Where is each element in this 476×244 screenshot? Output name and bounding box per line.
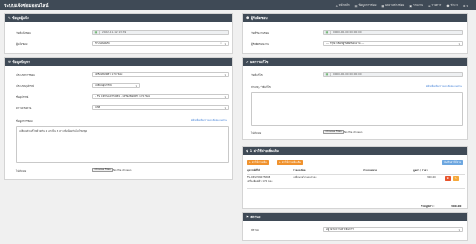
- list-icon: ≡: [428, 3, 431, 8]
- accept-date-field[interactable]: ▦ 0000-00-00 00:00:00: [323, 29, 463, 36]
- clear-icon[interactable]: ×: [220, 42, 222, 45]
- calendar-icon: ▦: [324, 72, 331, 76]
- chevron-down-icon: ▾: [224, 95, 226, 100]
- repair-detail-label: ข้อมูลการซ่อม: [16, 119, 33, 123]
- repair-type-select[interactable]: เครื่องพิมพ์ทั่ว 170 ซอง ▾: [92, 71, 229, 78]
- parts-panel: $1 ค่าใช้จ่ายเพิ่มเติม + ค่าใช้จ่ายเพิ่ม …: [242, 146, 468, 209]
- quick-result-link[interactable]: คลิกเพื่อเลือกรายละเอียดแบบด่วน: [426, 85, 462, 89]
- nav-item-repairs[interactable]: ▤ ข้อมูลการซ่อม: [355, 3, 377, 8]
- device-type-label: ประเภทอุปกรณ์: [16, 84, 34, 88]
- technician-label: ผู้รับผิดชอบงาน: [251, 42, 269, 46]
- add-other-cost-button[interactable]: + ค่าใช้จ่ายเพิ่มเติม: [277, 160, 303, 166]
- check-icon: ✔: [246, 60, 249, 64]
- fix-date-label: วันที่แก้ไข: [251, 73, 263, 77]
- repair-type-label: ประเภทการซ่อม: [16, 73, 35, 77]
- repair-detail-textarea[interactable]: เปลี่ยนตัวแก้ไขด้วยกัน 2 อาเป็น 3 ตา เพื…: [16, 126, 229, 163]
- reporter-name-label: ผู้แจ้งซ่อม: [16, 42, 28, 46]
- save-cost-button[interactable]: บันทึกค่าใช้จ่าย: [441, 160, 463, 166]
- table-row: FS-CRSY06075808 เครื่องพิมพ์ทั่ว 170 ซอง…: [247, 176, 436, 183]
- priority-label: ความเร่งด่วน: [16, 106, 32, 110]
- pencil-icon: ✎: [8, 16, 11, 20]
- app-brand[interactable]: ระบบแจ้งซ่อมออนไลน์: [4, 3, 49, 10]
- problem-panel: ⚒ ข้อมูลปัญหา ประเภทการซ่อม เครื่องพิมพ์ท…: [4, 57, 233, 180]
- nav-item-admin[interactable]: ⚙ ▾: [463, 3, 468, 8]
- chevron-down-icon: ▾: [224, 73, 226, 78]
- problem-file-note: No file chosen: [113, 168, 132, 172]
- chevron-down-icon: ▾: [224, 106, 226, 111]
- reporter-panel-header: ✎ ข้อมูลผู้แจ้ง: [5, 14, 232, 22]
- priority-select[interactable]: ปกติ ▾: [92, 104, 229, 111]
- home-icon: ⌂: [335, 3, 338, 8]
- user-icon: ☻: [446, 3, 450, 8]
- result-panel-header: ✔ ผลการแก้ไข: [243, 58, 467, 66]
- status-panel-header: ⚑ สถานะ: [243, 213, 467, 221]
- edit-row-button[interactable]: ✎: [453, 176, 459, 182]
- accept-date-label: วันที่รับงานซ่อม: [251, 31, 270, 35]
- asset-name-label: ชื่ออุปกรณ์: [16, 95, 29, 99]
- status-panel: ⚑ สถานะ สถานะ อยู่ในระหว่างดำเนินการ ▾: [242, 212, 468, 241]
- top-navbar: ระบบแจ้งซ่อมออนไลน์ ⌂ หน้าหลัก ▤ ข้อมูลการ…: [0, 0, 476, 10]
- user-icon: ☻: [246, 16, 250, 20]
- nav-item-user[interactable]: ☻ ช่าง ▾: [446, 3, 458, 8]
- problem-panel-header: ⚒ ข้อมูลปัญหา: [5, 58, 232, 66]
- asset-name-select[interactable]: - FS CRYSA075089 - เครื่องพิมพ์ทั่ว 170 …: [92, 93, 229, 100]
- assignee-panel-header: ☻ ผู้รับผิดชอบ: [243, 14, 467, 22]
- problem-file-label: ไฟล์แนบ: [16, 169, 27, 173]
- chart-icon: ▦: [381, 3, 385, 8]
- wrench-icon: ⚒: [8, 60, 11, 64]
- problem-file-button[interactable]: Choose Files: [92, 167, 114, 173]
- reporter-panel: ✎ ข้อมูลผู้แจ้ง วันที่แจ้งซ่อม ▦ 2022-11-1…: [4, 13, 233, 54]
- result-file-label: ไฟล์แนบ: [251, 131, 262, 135]
- report-date-label: วันที่แจ้งซ่อม: [16, 31, 31, 35]
- report-date-field[interactable]: ▦ 2022-11-12 13:39: [92, 29, 229, 36]
- total-label: รวมมูลค่า :: [421, 204, 435, 208]
- nav-menu: ⌂ หน้าหลัก ▤ ข้อมูลการซ่อม ▦ ผลงานช่างซ่อม …: [336, 3, 468, 8]
- nav-item-performance[interactable]: ▦ ผลงานช่างซ่อม: [381, 3, 404, 8]
- nav-item-list[interactable]: ≡ รายการ: [428, 3, 441, 8]
- nav-item-home[interactable]: ⌂ หน้าหลัก: [336, 3, 350, 8]
- result-file-note: No file chosen: [344, 130, 363, 134]
- status-select[interactable]: อยู่ในระหว่างดำเนินการ ▾: [323, 226, 463, 233]
- assignee-panel: ☻ ผู้รับผิดชอบ วันที่รับงานซ่อม ▦ 0000-00-…: [242, 13, 468, 54]
- dollar-icon: $: [246, 149, 249, 153]
- status-label: สถานะ: [251, 228, 260, 232]
- document-icon: ▤: [354, 3, 358, 8]
- reporter-name-select[interactable]: ช่างปลอดภัย × ▾: [92, 40, 229, 47]
- chevron-down-icon: ▾: [135, 84, 137, 89]
- calendar-icon: ▦: [324, 30, 331, 34]
- edit-icon: ✎: [454, 177, 457, 181]
- chevron-down-icon: ▾: [458, 42, 460, 47]
- fix-date-field[interactable]: ▦ 0000-00-00 00:00:00: [323, 71, 463, 78]
- technician-select[interactable]: --- กรุณาเลือกผู้รับผิดชอบงาน --- ▾: [323, 40, 463, 47]
- chevron-down-icon: ▾: [224, 42, 226, 47]
- cause-solution-textarea[interactable]: [251, 92, 463, 126]
- add-cost-button[interactable]: + ค่าใช้จ่ายเพิ่ม: [247, 160, 269, 166]
- delete-row-button[interactable]: ✖: [445, 176, 451, 182]
- device-type-select[interactable]: เปลี่ยนอุปกรณ์ ▾: [92, 82, 140, 89]
- quick-detail-link[interactable]: คลิกเพื่อเลือกรายละเอียดแบบด่วน: [191, 119, 227, 123]
- admin-icon: ⚙: [462, 3, 466, 8]
- chevron-down-icon: ▾: [458, 228, 460, 233]
- calendar-icon: ▦: [93, 30, 100, 34]
- parts-panel-header: $1 ค่าใช้จ่ายเพิ่มเติม: [243, 147, 467, 155]
- flag-icon: ⚑: [246, 215, 249, 219]
- trash-icon: ✖: [446, 177, 449, 181]
- cause-solution-label: สาเหตุ / วิธีแก้ไข: [251, 85, 271, 89]
- report-icon: ▣: [409, 3, 413, 8]
- nav-item-report[interactable]: ▣ รายงาน: [409, 3, 423, 8]
- result-file-button[interactable]: Choose Files: [323, 129, 345, 135]
- total-value: 300.00: [451, 204, 462, 208]
- result-panel: ✔ ผลการแก้ไข วันที่แก้ไข ▦ 0000-00-00 00:0…: [242, 57, 468, 140]
